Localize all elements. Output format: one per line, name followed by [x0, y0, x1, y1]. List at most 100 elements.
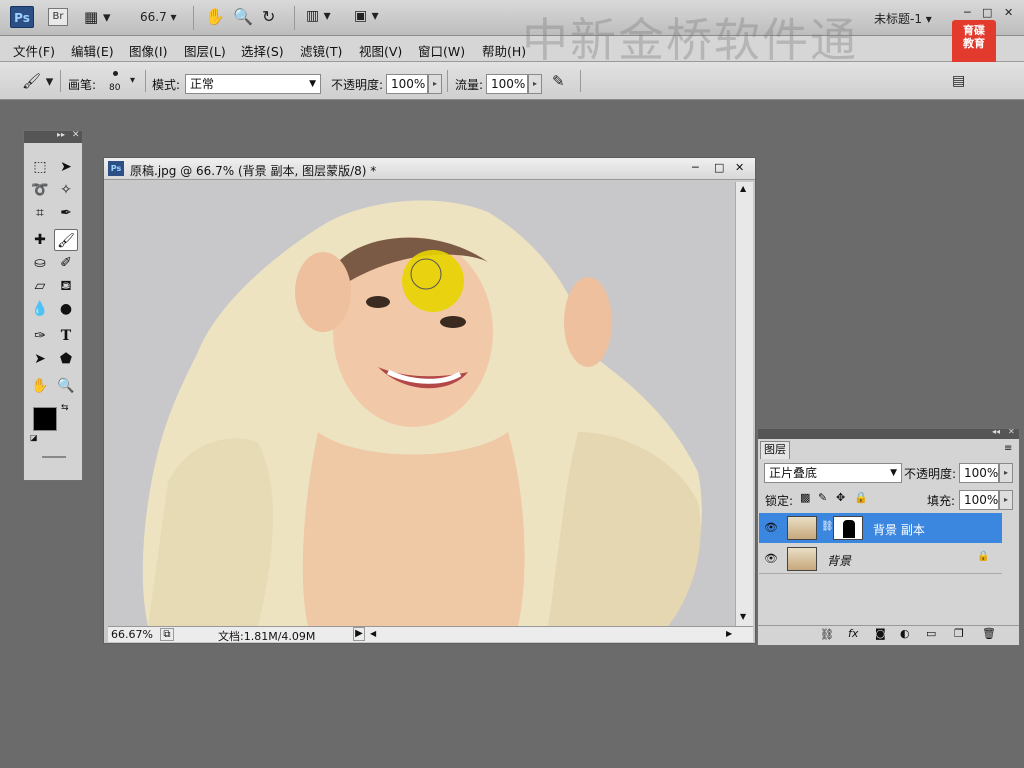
lock-all-icon[interactable]: 🔒 — [854, 491, 868, 504]
crop-tool-icon[interactable]: ⌗ — [28, 202, 52, 224]
document-title-bar[interactable]: Ps 原稿.jpg @ 66.7% (背景 副本, 图层蒙版/8) * ─ □ … — [104, 158, 755, 180]
arrange-documents-icon[interactable]: ▥ ▾ — [306, 8, 331, 24]
doc-maximize-icon[interactable]: □ — [714, 161, 724, 174]
new-layer-icon[interactable]: ❐ — [954, 627, 964, 640]
scroll-up-icon[interactable]: ▲ — [740, 184, 746, 193]
status-arrow-icon[interactable]: ▶ — [353, 627, 365, 641]
delete-layer-icon[interactable]: 🗑 — [982, 627, 996, 640]
lock-position-icon[interactable]: ✥ — [836, 491, 845, 504]
menu-image[interactable]: 图像(I) — [129, 41, 167, 60]
layer-row-background-copy[interactable]: 👁 ⛓ 背景 副本 — [759, 513, 1002, 543]
menu-select[interactable]: 选择(S) — [241, 41, 284, 60]
collapse-panel-icon[interactable]: ▸▸ — [57, 130, 65, 139]
fill-arrow-icon[interactable]: ▸ — [999, 490, 1013, 510]
airbrush-icon[interactable]: ✎ — [552, 72, 565, 90]
hand-tool-icon[interactable]: ✋ — [28, 375, 52, 397]
type-tool-icon[interactable]: T — [54, 325, 78, 347]
menu-view[interactable]: 视图(V) — [359, 41, 402, 60]
adjustment-layer-icon[interactable]: ◐ — [900, 627, 910, 640]
scroll-left-icon[interactable]: ◀ — [370, 629, 376, 638]
zoom-tool-icon[interactable]: 🔍 — [233, 7, 253, 26]
layer-row-background[interactable]: 👁 背景 🔒 — [759, 544, 1002, 574]
lasso-tool-icon[interactable]: ➰ — [28, 179, 52, 201]
layer-opacity-arrow-icon[interactable]: ▸ — [999, 463, 1013, 483]
tab-layers[interactable]: 图层 — [760, 441, 790, 459]
layer-style-icon[interactable]: fx — [848, 627, 858, 640]
visibility-eye-icon[interactable]: 👁 — [763, 521, 779, 534]
menu-help[interactable]: 帮助(H) — [482, 41, 526, 60]
scroll-down-icon[interactable]: ▼ — [740, 612, 746, 621]
menu-file[interactable]: 文件(F) — [13, 41, 55, 60]
bridge-button[interactable]: Br — [48, 8, 68, 26]
link-layers-icon[interactable]: ⛓ — [820, 628, 834, 641]
eraser-tool-icon[interactable]: ▱ — [28, 275, 52, 297]
magic-wand-tool-icon[interactable]: ✧ — [54, 179, 78, 201]
window-maximize-icon[interactable]: □ — [982, 6, 992, 19]
brush-picker-arrow-icon[interactable]: ▾ — [130, 75, 135, 86]
healing-brush-tool-icon[interactable]: ✚ — [28, 229, 52, 251]
eyedropper-tool-icon[interactable]: ✒ — [54, 202, 78, 224]
foreground-color-swatch[interactable] — [33, 407, 57, 431]
link-icon[interactable]: ⛓ — [821, 521, 834, 532]
doc-minimize-icon[interactable]: ─ — [692, 161, 699, 174]
default-colors-icon[interactable]: ◪ — [30, 433, 38, 442]
brush-tool-preset-icon[interactable]: 🖌 ▾ — [22, 72, 53, 90]
window-close-icon[interactable]: ✕ — [1004, 6, 1013, 19]
move-tool-icon[interactable]: ➤ — [54, 156, 78, 178]
panel-menu-icon[interactable]: ≡ — [1004, 443, 1012, 454]
quick-mask-icon[interactable] — [42, 456, 66, 458]
blend-mode-dropdown[interactable]: 正片叠底 ▼ — [764, 463, 902, 483]
flow-slider-arrow-icon[interactable]: ▸ — [528, 74, 542, 94]
layer-opacity-input[interactable]: 100% — [959, 463, 999, 483]
shape-tool-icon[interactable]: ⬟ — [54, 348, 78, 370]
rotate-view-icon[interactable]: ↻ — [262, 7, 275, 26]
menu-filter[interactable]: 滤镜(T) — [300, 41, 342, 60]
flow-input[interactable]: 100% — [486, 74, 528, 94]
zoom-level-dropdown[interactable]: 66.7 ▾ — [140, 10, 177, 24]
zoom-status[interactable]: 66.67% — [111, 628, 153, 641]
scroll-right-icon[interactable]: ▶ — [726, 629, 732, 638]
menu-edit[interactable]: 编辑(E) — [71, 41, 114, 60]
doc-close-icon[interactable]: ✕ — [735, 161, 744, 174]
screen-mode-icon[interactable]: ▣ ▾ — [354, 8, 379, 24]
view-extras-icon[interactable]: ▦ ▾ — [84, 8, 110, 26]
window-minimize-icon[interactable]: ─ — [964, 6, 971, 19]
image-canvas[interactable] — [108, 182, 735, 626]
mode-dropdown[interactable]: 正常 ▼ — [185, 74, 321, 94]
options-bar: 🖌 ▾ 画笔: 80 ▾ 模式: 正常 ▼ 不透明度: 100% ▸ 流量: 10… — [0, 62, 1024, 100]
layers-panel-header[interactable]: ◂◂ ✕ — [758, 427, 1019, 439]
menu-layer[interactable]: 图层(L) — [184, 41, 226, 60]
pen-tool-icon[interactable]: ✑ — [28, 325, 52, 347]
vertical-scrollbar[interactable]: ▲ ▼ — [735, 182, 753, 626]
opacity-input[interactable]: 100% — [386, 74, 428, 94]
tools-panel-header[interactable]: ▸▸ ✕ — [24, 130, 82, 143]
workspace-dropdown[interactable]: 未标题-1 ▾ — [874, 10, 932, 27]
path-selection-tool-icon[interactable]: ➤ — [28, 348, 52, 370]
fill-input[interactable]: 100% — [959, 490, 999, 510]
visibility-eye-icon[interactable]: 👁 — [763, 552, 779, 565]
clone-stamp-tool-icon[interactable]: ⛀ — [28, 252, 52, 274]
close-panel-icon[interactable]: ✕ — [72, 130, 80, 140]
panel-toggle-icon[interactable]: ▤ — [952, 73, 965, 89]
opacity-slider-arrow-icon[interactable]: ▸ — [428, 74, 442, 94]
close-panel-icon[interactable]: ✕ — [1008, 427, 1015, 436]
add-mask-icon[interactable]: ◙ — [875, 627, 886, 640]
new-group-icon[interactable]: ▭ — [926, 627, 936, 640]
status-menu-icon[interactable]: ⧉ — [160, 628, 174, 641]
lock-transparent-icon[interactable]: ▩ — [800, 491, 810, 504]
hand-tool-icon[interactable]: ✋ — [205, 7, 225, 26]
brush-picker[interactable]: 80 — [106, 69, 126, 95]
collapse-panel-icon[interactable]: ◂◂ — [992, 427, 1000, 436]
lock-image-icon[interactable]: ✎ — [818, 491, 827, 504]
marquee-tool-icon[interactable]: ⬚ — [28, 156, 52, 178]
zoom-tool-icon[interactable]: 🔍 — [54, 375, 78, 397]
paint-bucket-tool-icon[interactable]: ⛾ — [54, 275, 78, 297]
layer-mask-thumbnail[interactable] — [833, 516, 863, 540]
document-size: 文档:1.81M/4.09M — [218, 630, 316, 643]
brush-tool-icon[interactable]: 🖌 — [54, 229, 78, 251]
menu-window[interactable]: 窗口(W) — [418, 41, 465, 60]
blur-tool-icon[interactable]: 💧 — [28, 298, 52, 320]
history-brush-tool-icon[interactable]: ✐ — [54, 252, 78, 274]
swap-colors-icon[interactable]: ⇆ — [61, 403, 69, 413]
dodge-tool-icon[interactable]: ● — [54, 298, 78, 320]
